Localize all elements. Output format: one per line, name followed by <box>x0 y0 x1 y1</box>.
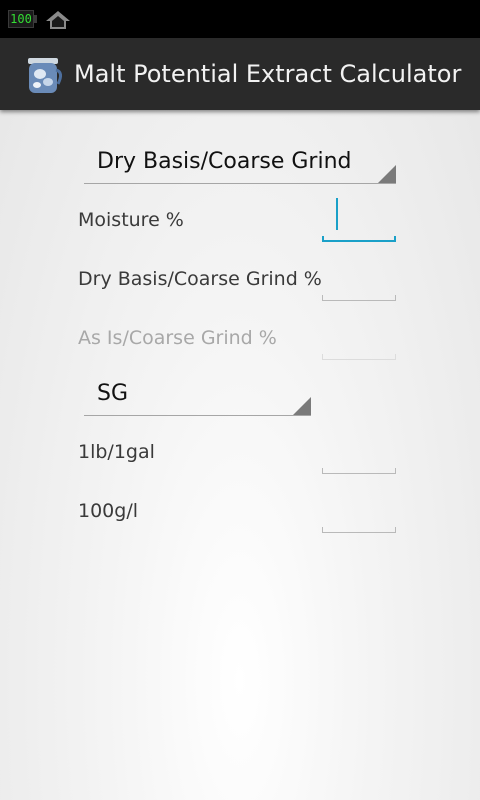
field-tick-left <box>322 468 323 474</box>
unit-spinner-value: SG <box>97 381 129 406</box>
basis-spinner[interactable]: Dry Basis/Coarse Grind <box>84 141 396 184</box>
field-underline <box>322 532 396 533</box>
field-tick-right <box>395 295 396 301</box>
lb-gal-input[interactable] <box>322 428 396 474</box>
dropdown-arrow-icon <box>293 397 311 415</box>
as-is-input <box>322 314 396 360</box>
field-tick-right <box>394 236 396 242</box>
unit-spinner[interactable]: SG <box>84 373 311 416</box>
app-title: Malt Potential Extract Calculator <box>74 60 462 88</box>
field-tick-right <box>395 354 396 360</box>
battery-tip <box>34 15 37 23</box>
moisture-input[interactable] <box>322 196 396 242</box>
text-cursor <box>336 198 338 230</box>
malt-jar-icon[interactable] <box>22 54 64 96</box>
field-tick-left <box>322 527 323 533</box>
field-underline <box>322 473 396 474</box>
home-icon <box>46 11 70 29</box>
dry-basis-label: Dry Basis/Coarse Grind % <box>78 268 322 290</box>
g-l-input[interactable] <box>322 487 396 533</box>
dry-basis-input[interactable] <box>322 255 396 301</box>
lb-gal-label: 1lb/1gal <box>78 441 155 463</box>
field-tick-left <box>322 236 324 242</box>
status-bar: 100 <box>0 0 480 38</box>
action-bar: Malt Potential Extract Calculator <box>0 38 480 110</box>
field-tick-right <box>395 468 396 474</box>
field-underline <box>322 240 396 242</box>
moisture-label: Moisture % <box>78 209 184 231</box>
battery-icon: 100 <box>8 10 34 28</box>
g-l-label: 100g/l <box>78 500 139 522</box>
basis-spinner-value: Dry Basis/Coarse Grind <box>97 149 352 174</box>
field-tick-left <box>322 295 323 301</box>
dropdown-arrow-icon <box>378 165 396 183</box>
field-underline <box>322 300 396 301</box>
field-tick-left <box>322 354 323 360</box>
battery-level: 100 <box>10 12 32 26</box>
field-tick-right <box>395 527 396 533</box>
as-is-label: As Is/Coarse Grind % <box>78 327 277 349</box>
field-underline <box>322 359 396 360</box>
